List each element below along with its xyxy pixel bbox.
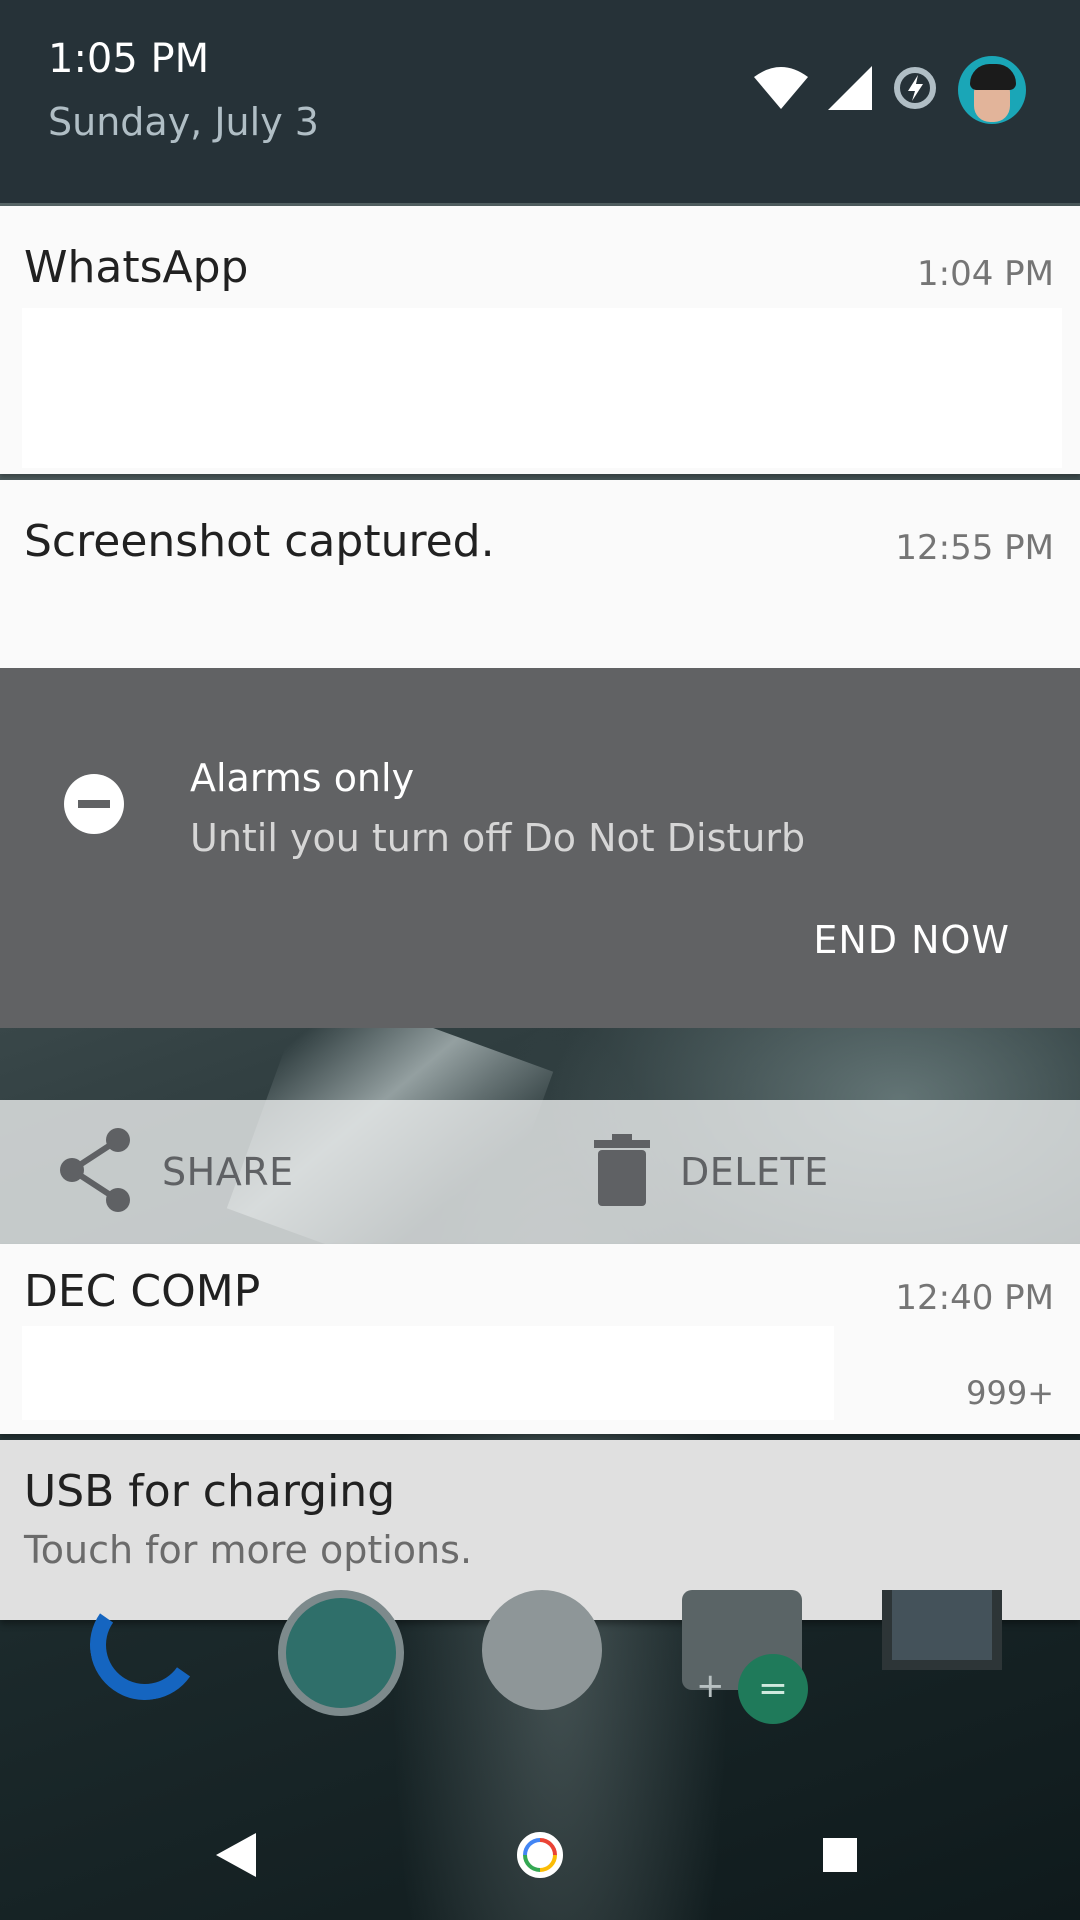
- data-saver-icon[interactable]: [892, 65, 938, 115]
- back-button[interactable]: [176, 1790, 296, 1920]
- home-icon: [517, 1832, 563, 1878]
- home-dock: [0, 1581, 1080, 1730]
- recents-icon: [823, 1838, 857, 1872]
- notification-time: 1:04 PM: [917, 254, 1054, 294]
- do-not-disturb-panel: Alarms only Until you turn off Do Not Di…: [0, 668, 1080, 1028]
- notification-shade-header: 1:05 PM Sunday, July 3: [0, 0, 1080, 203]
- notification-dec-comp[interactable]: DEC COMP 12:40 PM 999+: [0, 1244, 1080, 1434]
- redacted-content: [22, 308, 1062, 468]
- navigation-bar: [0, 1790, 1080, 1920]
- notification-title: Screenshot captured.: [24, 516, 495, 567]
- notification-time: 12:40 PM: [895, 1278, 1054, 1318]
- delete-button[interactable]: DELETE: [594, 1100, 829, 1244]
- equals-icon: =: [738, 1654, 808, 1724]
- notification-whatsapp[interactable]: WhatsApp 1:04 PM: [0, 206, 1080, 474]
- notification-title: USB for charging: [24, 1466, 396, 1517]
- app-drawer-icon[interactable]: [482, 1590, 602, 1710]
- cell-signal-icon: [828, 66, 872, 114]
- home-button[interactable]: [480, 1790, 600, 1920]
- notification-title: DEC COMP: [24, 1266, 261, 1317]
- wifi-icon: [754, 67, 808, 113]
- delete-label: DELETE: [680, 1150, 829, 1194]
- plus-icon: +: [696, 1666, 725, 1706]
- end-now-button[interactable]: END NOW: [813, 918, 1010, 962]
- browser-app-icon[interactable]: [278, 1590, 404, 1716]
- avatar[interactable]: [958, 56, 1026, 124]
- trash-icon: [594, 1134, 650, 1210]
- share-label: SHARE: [162, 1150, 294, 1194]
- notification-count: 999+: [966, 1374, 1054, 1412]
- notification-time: 12:55 PM: [895, 528, 1054, 568]
- clock: 1:05 PM: [48, 36, 210, 82]
- notification-screenshot[interactable]: Screenshot captured. 12:55 PM: [0, 480, 1080, 668]
- status-icons: [754, 56, 1026, 124]
- date: Sunday, July 3: [48, 100, 319, 144]
- back-icon: [216, 1833, 256, 1877]
- notification-title: WhatsApp: [24, 242, 249, 293]
- dnd-title: Alarms only: [190, 756, 415, 800]
- recents-button[interactable]: [780, 1790, 900, 1920]
- avatar-hair: [970, 64, 1016, 90]
- do-not-disturb-icon: [64, 774, 124, 834]
- notification-subtitle: Touch for more options.: [24, 1528, 473, 1572]
- share-icon: [58, 1128, 132, 1216]
- dnd-subtitle: Until you turn off Do Not Disturb: [190, 816, 806, 860]
- share-button[interactable]: SHARE: [58, 1100, 294, 1244]
- redacted-content: [22, 1326, 834, 1420]
- gallery-app-icon[interactable]: [882, 1590, 1002, 1670]
- screenshot-actions: SHARE DELETE: [0, 1100, 1080, 1244]
